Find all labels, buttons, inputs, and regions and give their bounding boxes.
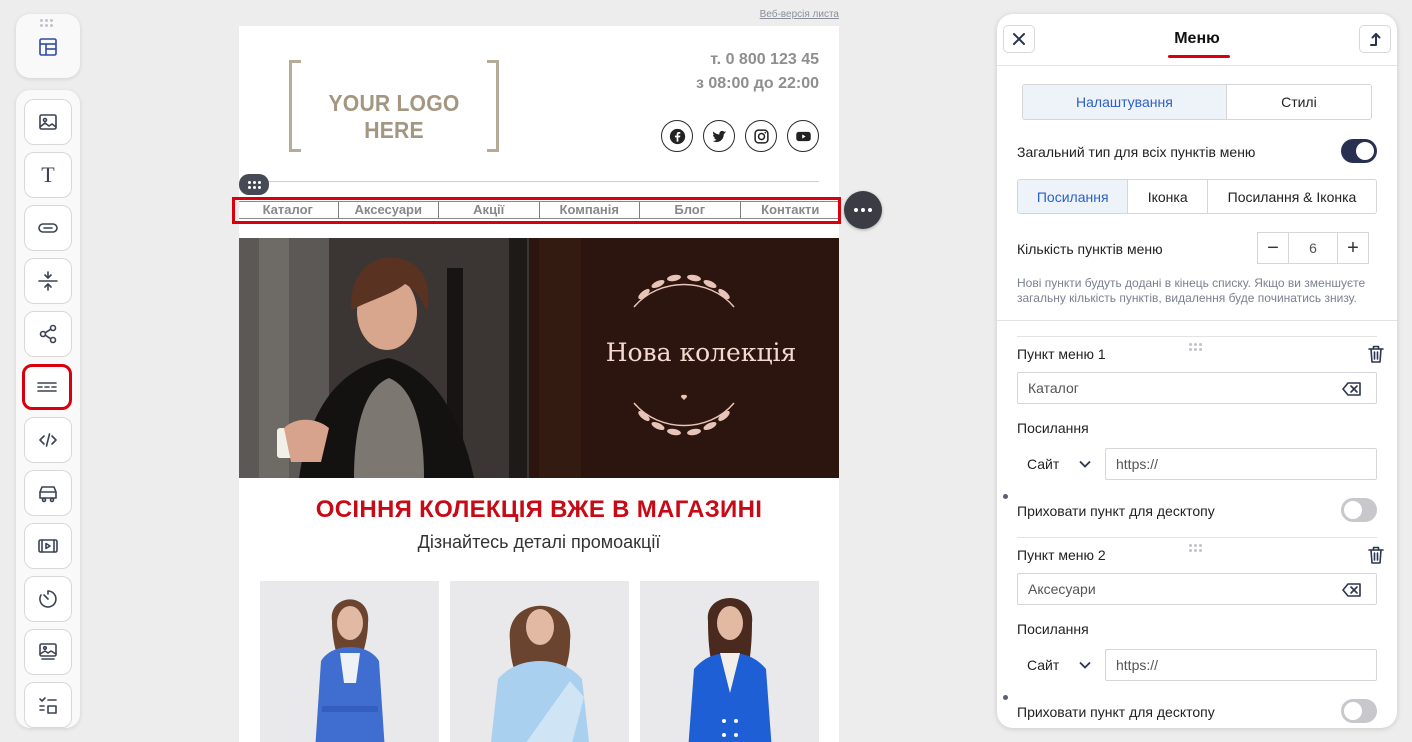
- drag-handle-icon[interactable]: [40, 19, 53, 27]
- banner-icon[interactable]: [24, 629, 72, 675]
- menu-item-title: Пункт меню 1: [1017, 346, 1106, 362]
- common-type-toggle[interactable]: [1341, 139, 1377, 163]
- twitter-icon[interactable]: [703, 120, 735, 152]
- product-image[interactable]: [260, 581, 439, 742]
- arrow-up-icon: [1370, 33, 1381, 46]
- phone-text: т. 0 800 123 45: [710, 51, 819, 68]
- close-button[interactable]: [1003, 25, 1035, 53]
- url-value: https://: [1116, 456, 1159, 472]
- selected-block-outline: [232, 197, 841, 224]
- menu-item-text-input[interactable]: Каталог: [1017, 372, 1377, 404]
- menu-item-text-value: Каталог: [1028, 380, 1079, 396]
- logo-text: YOUR LOGO HERE: [328, 90, 460, 143]
- header-divider: [259, 181, 819, 182]
- tab-styles[interactable]: Стилі: [1226, 85, 1371, 119]
- item-divider: [1017, 537, 1377, 538]
- menu-item-text-input[interactable]: Аксесуари: [1017, 573, 1377, 605]
- close-icon: [1013, 33, 1025, 45]
- hide-desktop-toggle[interactable]: [1341, 699, 1377, 723]
- common-type-label: Загальний тип для всіх пунктів меню: [1017, 144, 1256, 160]
- chevron-down-icon: [1079, 661, 1091, 669]
- youtube-icon[interactable]: [787, 120, 819, 152]
- count-hint: Нові пункти будуть додані в кінець списк…: [1017, 276, 1366, 305]
- drag-handle-icon[interactable]: [1189, 544, 1202, 552]
- url-input[interactable]: https://: [1105, 649, 1377, 681]
- link-type-value: Сайт: [1027, 657, 1060, 673]
- toolbar-top-card: [16, 14, 80, 78]
- product-icon[interactable]: [24, 470, 72, 516]
- link-label: Посилання: [1017, 621, 1089, 637]
- button-icon[interactable]: [24, 205, 72, 251]
- link-type-select[interactable]: Сайт: [1017, 649, 1095, 681]
- menu-icon[interactable]: [22, 364, 72, 410]
- menu-item-text-value: Аксесуари: [1028, 581, 1096, 597]
- url-value: https://: [1116, 657, 1159, 673]
- clear-input-icon[interactable]: [1342, 582, 1362, 598]
- menu-item-title: Пункт меню 2: [1017, 547, 1106, 563]
- link-label: Посилання: [1017, 420, 1089, 436]
- text-icon[interactable]: T: [24, 152, 72, 198]
- image-icon[interactable]: [24, 99, 72, 145]
- panel-header: Меню: [997, 14, 1397, 66]
- count-minus-button[interactable]: −: [1257, 232, 1289, 264]
- hours-text: з 08:00 до 22:00: [695, 75, 819, 92]
- panel-title: Меню: [1174, 30, 1220, 47]
- banner-title: Нова колекція: [605, 338, 797, 367]
- count-label: Кількість пунктів меню: [1017, 241, 1163, 257]
- panel-tabs: Налаштування Стилі: [1022, 84, 1372, 120]
- trash-icon[interactable]: [1367, 545, 1385, 565]
- section-divider: [997, 320, 1397, 321]
- drag-handle-icon[interactable]: [1189, 343, 1202, 351]
- link-type-select[interactable]: Сайт: [1017, 448, 1095, 480]
- spacer-icon[interactable]: [24, 258, 72, 304]
- logo-placeholder[interactable]: YOUR LOGO HERE: [289, 60, 499, 152]
- clear-input-icon[interactable]: [1342, 381, 1362, 397]
- facebook-icon[interactable]: [661, 120, 693, 152]
- item-divider: [1017, 336, 1377, 337]
- contact-info: т. 0 800 123 45 з 08:00 до 22:00: [696, 48, 819, 96]
- email-canvas: YOUR LOGO HERE т. 0 800 123 45 з 08:00 д…: [239, 26, 839, 742]
- share-icon[interactable]: [24, 311, 72, 357]
- promo-subtitle: Дізнайтесь деталі промоакції: [417, 532, 661, 552]
- product-image[interactable]: [450, 581, 629, 742]
- tab-settings[interactable]: Налаштування: [1023, 85, 1227, 119]
- code-icon[interactable]: [24, 417, 72, 463]
- url-input[interactable]: https://: [1105, 448, 1377, 480]
- toolbar-blocks-card: T: [16, 90, 80, 728]
- web-version-link[interactable]: Веб-версія листа: [720, 9, 839, 20]
- promo-title: ОСІННЯ КОЛЕКЦІЯ ВЖЕ В МАГАЗИНІ: [315, 496, 763, 523]
- chevron-down-icon: [1079, 460, 1091, 468]
- hide-desktop-label: Приховати пункт для десктопу: [1017, 704, 1215, 720]
- type-options: Посилання Іконка Посилання & Іконка: [1017, 179, 1377, 214]
- trash-icon[interactable]: [1367, 344, 1385, 364]
- indicator-dot: [1003, 695, 1008, 700]
- hero-banner[interactable]: Нова колекція: [239, 238, 839, 478]
- video-icon[interactable]: [24, 523, 72, 569]
- type-icon-option[interactable]: Іконка: [1128, 180, 1208, 213]
- timer-icon[interactable]: [24, 576, 72, 622]
- collapse-button[interactable]: [1359, 25, 1391, 53]
- hide-desktop-label: Приховати пункт для десктопу: [1017, 503, 1215, 519]
- product-image[interactable]: [640, 581, 819, 742]
- link-type-value: Сайт: [1027, 456, 1060, 472]
- drag-handle-icon: [247, 180, 261, 189]
- hide-desktop-toggle[interactable]: [1341, 498, 1377, 522]
- type-link-option[interactable]: Посилання: [1018, 180, 1129, 213]
- more-options-button[interactable]: [844, 191, 882, 229]
- indicator-dot: [1003, 494, 1008, 499]
- checklist-icon[interactable]: [24, 682, 72, 728]
- layout-icon[interactable]: [37, 36, 59, 58]
- type-link-icon-option[interactable]: Посилання & Іконка: [1207, 180, 1376, 213]
- count-value[interactable]: 6: [1289, 232, 1337, 264]
- settings-panel: Меню Налаштування Стилі Загальний тип дл…: [997, 14, 1397, 728]
- instagram-icon[interactable]: [745, 120, 777, 152]
- count-plus-button[interactable]: +: [1337, 232, 1369, 264]
- block-drag-handle[interactable]: [239, 174, 269, 195]
- title-underline: [1168, 55, 1230, 58]
